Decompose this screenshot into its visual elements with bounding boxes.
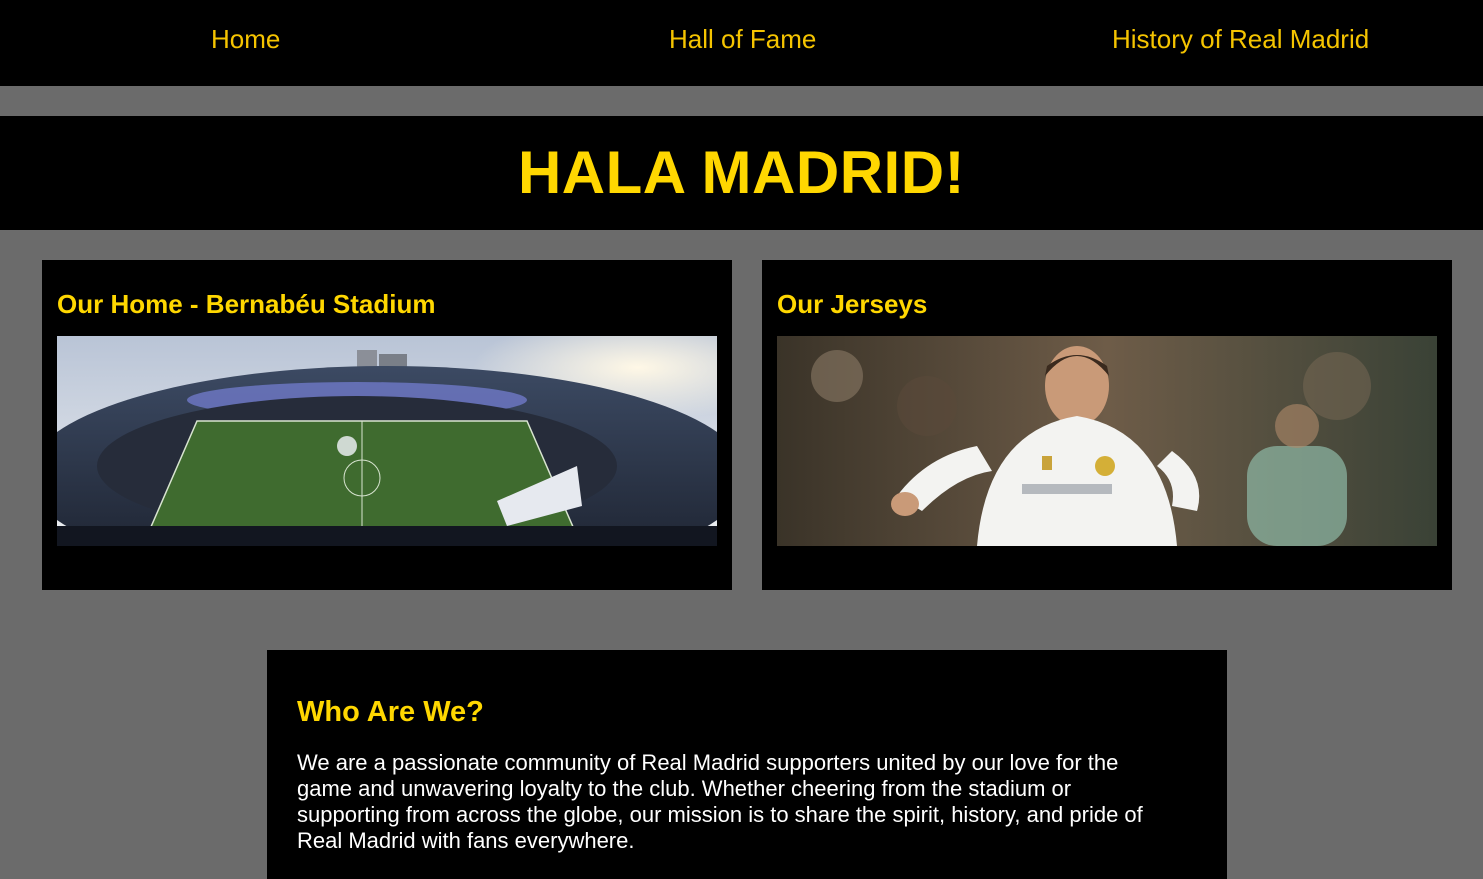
jerseys-card: Our Jerseys <box>762 260 1452 590</box>
nav-link-home[interactable]: Home <box>211 22 280 56</box>
stadium-image <box>57 336 717 546</box>
stadium-card-title: Our Home - Bernabéu Stadium <box>57 289 436 319</box>
nav-link-history[interactable]: History of Real Madrid <box>1112 22 1369 56</box>
nav-link-hall-of-fame[interactable]: Hall of Fame <box>669 22 816 56</box>
page-title: HALA MADRID! <box>517 139 966 206</box>
top-nav: Home Hall of Fame History of Real Madrid <box>0 0 1483 86</box>
about-title: Who Are We? <box>297 696 484 728</box>
hero-banner: HALA MADRID! <box>0 116 1483 230</box>
jerseys-image <box>777 336 1437 546</box>
about-section: Who Are We? We are a passionate communit… <box>267 650 1227 879</box>
about-text: We are a passionate community of Real Ma… <box>297 750 1143 853</box>
stadium-card: Our Home - Bernabéu Stadium <box>42 260 732 590</box>
jerseys-card-title: Our Jerseys <box>777 289 928 319</box>
player-jersey-photo <box>777 336 1437 546</box>
stadium-photo <box>57 336 717 546</box>
